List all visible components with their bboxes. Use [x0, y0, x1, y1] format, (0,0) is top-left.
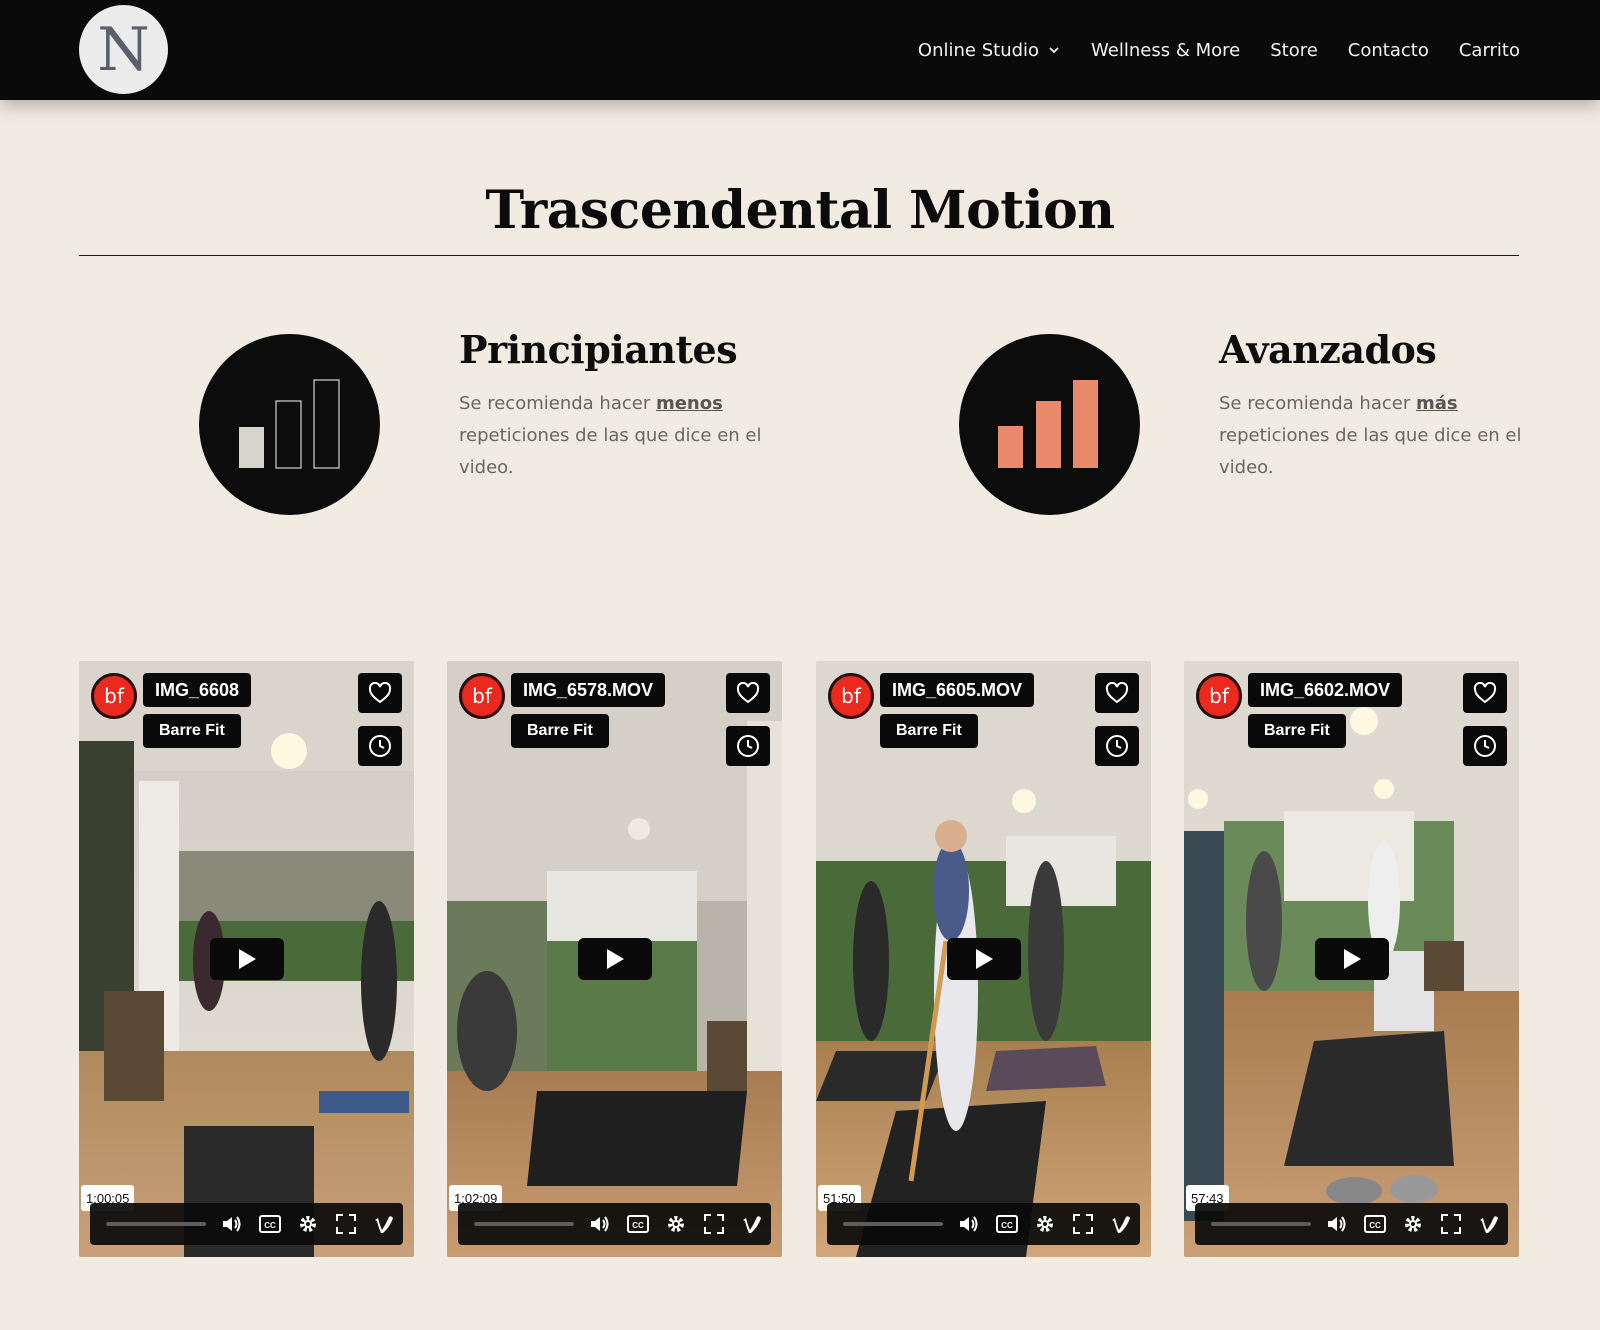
fullscreen-icon[interactable]	[1439, 1212, 1463, 1236]
play-icon	[238, 949, 256, 969]
heart-icon	[368, 682, 392, 704]
channel-badge[interactable]: bf	[459, 673, 505, 719]
volume-icon[interactable]	[957, 1212, 981, 1236]
svg-text:CC: CC	[1369, 1221, 1381, 1230]
play-icon	[975, 949, 993, 969]
nav-carrito[interactable]: Carrito	[1459, 40, 1520, 61]
nav-wellness[interactable]: Wellness & More	[1091, 40, 1240, 61]
volume-icon[interactable]	[1325, 1212, 1349, 1236]
video-tag[interactable]: Barre Fit	[143, 714, 241, 748]
svg-text:CC: CC	[632, 1221, 644, 1230]
vimeo-logo-icon[interactable]	[1477, 1212, 1501, 1236]
captions-icon[interactable]: CC	[626, 1212, 650, 1236]
player-controls: CC	[1195, 1203, 1508, 1245]
svg-text:CC: CC	[1001, 1221, 1013, 1230]
nav-online-studio[interactable]: Online Studio	[918, 40, 1061, 61]
advanced-desc-suffix: repeticiones de las que dice en el video…	[1219, 425, 1522, 478]
nav-contacto[interactable]: Contacto	[1348, 40, 1429, 61]
play-button[interactable]	[209, 938, 284, 980]
chevron-down-icon	[1049, 47, 1059, 54]
progress-bar[interactable]	[1211, 1222, 1311, 1226]
video-title[interactable]: IMG_6578.MOV	[511, 673, 666, 707]
nav-store[interactable]: Store	[1270, 40, 1318, 61]
advanced-title: Avanzados	[1219, 327, 1437, 372]
svg-text:CC: CC	[264, 1221, 276, 1230]
fullscreen-icon[interactable]	[1071, 1212, 1095, 1236]
settings-gear-icon[interactable]	[1033, 1212, 1057, 1236]
advanced-description: Se recomienda hacer más repeticiones de …	[1219, 388, 1529, 484]
progress-bar[interactable]	[843, 1222, 943, 1226]
captions-icon[interactable]: CC	[1363, 1212, 1387, 1236]
page-title: Trascendental Motion	[485, 180, 1115, 241]
video-card[interactable]: bf IMG_6608 Barre Fit 1:00:05 CC	[79, 661, 414, 1257]
watch-later-button[interactable]	[1095, 726, 1139, 766]
signal-full-icon	[959, 334, 1140, 515]
video-card[interactable]: bf IMG_6602.MOV Barre Fit 57:43 CC	[1184, 661, 1519, 1257]
vimeo-logo-icon[interactable]	[740, 1212, 764, 1236]
channel-badge[interactable]: bf	[1196, 673, 1242, 719]
video-card[interactable]: bf IMG_6578.MOV Barre Fit 1:02:09 CC	[447, 661, 782, 1257]
play-button[interactable]	[577, 938, 652, 980]
vimeo-logo-icon[interactable]	[1109, 1212, 1133, 1236]
progress-bar[interactable]	[474, 1222, 574, 1226]
watch-later-button[interactable]	[1463, 726, 1507, 766]
beginner-description: Se recomienda hacer menos repeticiones d…	[459, 388, 769, 484]
volume-icon[interactable]	[220, 1212, 244, 1236]
clock-icon	[369, 735, 391, 757]
like-button[interactable]	[1463, 673, 1507, 713]
clock-icon	[1474, 735, 1496, 757]
play-button[interactable]	[1314, 938, 1389, 980]
main-nav: Online Studio Wellness & More Store Cont…	[918, 0, 1520, 100]
captions-icon[interactable]: CC	[995, 1212, 1019, 1236]
title-divider	[79, 255, 1519, 256]
player-controls: CC	[90, 1203, 403, 1245]
volume-icon[interactable]	[588, 1212, 612, 1236]
player-controls: CC	[827, 1203, 1140, 1245]
channel-badge[interactable]: bf	[828, 673, 874, 719]
channel-badge[interactable]: bf	[91, 673, 137, 719]
video-tag[interactable]: Barre Fit	[1248, 714, 1346, 748]
watch-later-button[interactable]	[358, 726, 402, 766]
play-icon	[606, 949, 624, 969]
video-tag[interactable]: Barre Fit	[880, 714, 978, 748]
clock-icon	[737, 735, 759, 757]
beginner-title: Principiantes	[459, 327, 738, 372]
beginner-desc-suffix: repeticiones de las que dice en el video…	[459, 425, 762, 478]
like-button[interactable]	[1095, 673, 1139, 713]
fullscreen-icon[interactable]	[702, 1212, 726, 1236]
video-card[interactable]: bf IMG_6605.MOV Barre Fit 51:50 CC	[816, 661, 1151, 1257]
beginner-desc-emphasis: menos	[655, 393, 723, 414]
advanced-desc-prefix: Se recomienda hacer	[1219, 393, 1416, 414]
play-icon	[1343, 949, 1361, 969]
settings-gear-icon[interactable]	[664, 1212, 688, 1236]
nav-online-studio-label: Online Studio	[917, 39, 1040, 61]
play-button[interactable]	[946, 938, 1021, 980]
like-button[interactable]	[358, 673, 402, 713]
video-title[interactable]: IMG_6608	[143, 673, 252, 707]
site-logo[interactable]: N	[79, 5, 168, 94]
beginner-desc-prefix: Se recomienda hacer	[459, 393, 656, 414]
settings-gear-icon[interactable]	[296, 1212, 320, 1236]
site-header: N Online Studio Wellness & More Store Co…	[0, 0, 1600, 100]
video-tag[interactable]: Barre Fit	[511, 714, 609, 748]
heart-icon	[736, 682, 760, 704]
vimeo-logo-icon[interactable]	[372, 1212, 396, 1236]
settings-gear-icon[interactable]	[1401, 1212, 1425, 1236]
player-controls: CC	[458, 1203, 771, 1245]
video-title[interactable]: IMG_6605.MOV	[880, 673, 1035, 707]
signal-low-icon	[199, 334, 380, 515]
heart-icon	[1473, 682, 1497, 704]
captions-icon[interactable]: CC	[258, 1212, 282, 1236]
watch-later-button[interactable]	[726, 726, 770, 766]
heart-icon	[1105, 682, 1129, 704]
like-button[interactable]	[726, 673, 770, 713]
clock-icon	[1106, 735, 1128, 757]
video-title[interactable]: IMG_6602.MOV	[1248, 673, 1403, 707]
advanced-desc-emphasis: más	[1415, 393, 1458, 414]
fullscreen-icon[interactable]	[334, 1212, 358, 1236]
progress-bar[interactable]	[106, 1222, 206, 1226]
